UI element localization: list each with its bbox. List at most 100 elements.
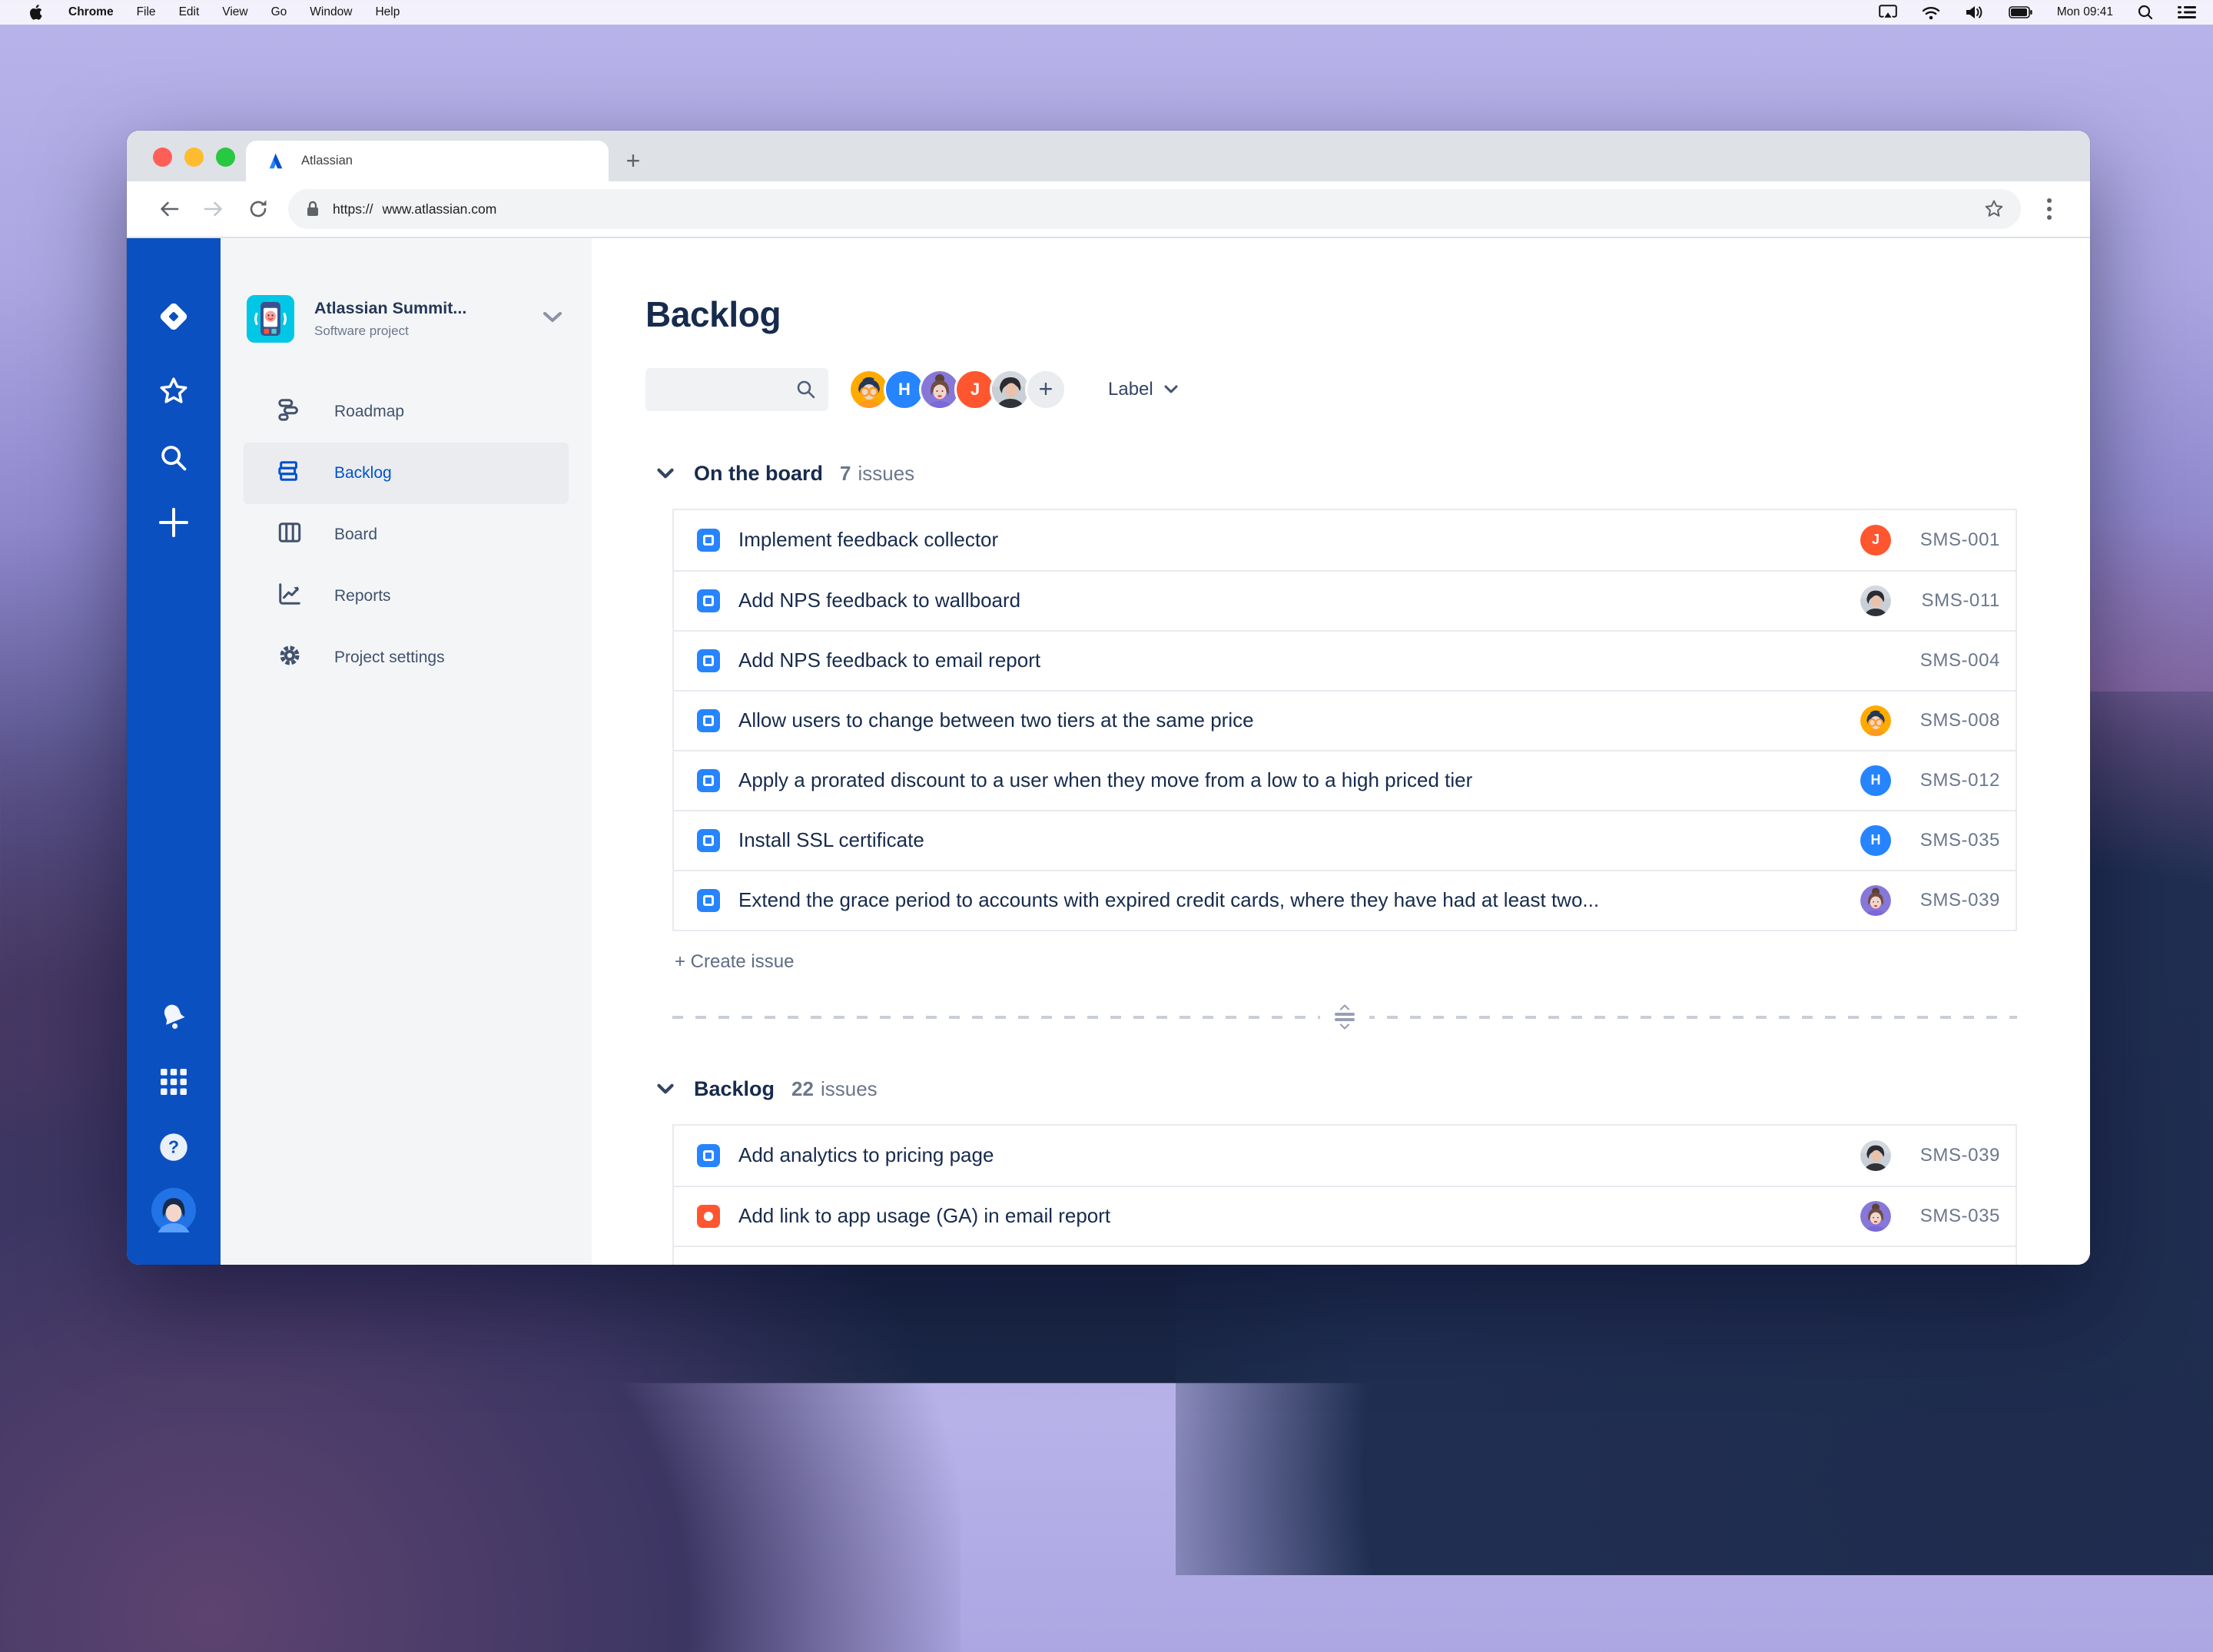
atlassian-favicon xyxy=(269,153,283,168)
spotlight-icon[interactable] xyxy=(2138,5,2153,20)
project-sidebar: Atlassian Summit... Software project Roa… xyxy=(221,238,592,1265)
task-type-icon xyxy=(697,649,720,672)
issue-row[interactable]: Add NPS feedback to email report SMS-004 xyxy=(674,629,2016,690)
sidebar-item-label: Project settings xyxy=(334,649,445,666)
issue-row[interactable]: Extend the grace period to accounts with… xyxy=(674,869,2016,930)
apple-logo-icon[interactable] xyxy=(17,5,55,20)
section-count-suffix: issues xyxy=(858,461,915,485)
address-bar[interactable]: https:// www.atlassian.com xyxy=(288,189,2021,229)
issue-row[interactable]: Add NPS feedback to wallboard SMS-011 xyxy=(674,569,2016,630)
issue-title: Add analytics to pricing page xyxy=(738,1143,994,1167)
label-filter-dropdown[interactable]: Label xyxy=(1108,379,1178,400)
caret-up-icon xyxy=(1339,1004,1350,1010)
jira-app: ? Atlassian Summit... Software project R… xyxy=(127,238,2090,1265)
tab-strip: Atlassian + xyxy=(127,131,2090,181)
sidebar-item-project-settings[interactable]: Project settings xyxy=(244,627,569,688)
section-count: 22 xyxy=(791,1076,814,1100)
minimize-window-button[interactable] xyxy=(184,148,204,167)
browser-toolbar: https:// www.atlassian.com xyxy=(127,181,2090,238)
browser-window: Atlassian + https:// www.atlassian.com ?… xyxy=(127,131,2090,1265)
page-title: Backlog xyxy=(645,294,781,334)
collapse-chevron-icon xyxy=(657,468,674,479)
browser-menu-icon[interactable] xyxy=(2029,188,2070,230)
sidebar-item-reports[interactable]: Reports xyxy=(244,566,569,627)
menubar-item-go[interactable]: Go xyxy=(260,5,299,19)
sidebar-item-roadmap[interactable]: Roadmap xyxy=(244,381,569,443)
issue-row[interactable]: Implement feedback collector J SMS-001 xyxy=(674,509,2016,570)
zoom-window-button[interactable] xyxy=(216,148,235,167)
issue-row[interactable]: Add link to app usage (GA) in email repo… xyxy=(674,1185,2016,1246)
create-issue-button[interactable]: + Create issue xyxy=(675,951,794,973)
issue-title: Implement feedback collector xyxy=(738,528,999,552)
assignee-avatar[interactable]: H xyxy=(1860,824,1891,856)
section-title: On the board xyxy=(694,461,823,485)
sidebar-item-backlog[interactable]: Backlog xyxy=(244,443,569,504)
divider-drag-handle[interactable] xyxy=(1320,1000,1369,1034)
roadmap-icon xyxy=(277,397,302,426)
menubar-item-window[interactable]: Window xyxy=(298,5,363,19)
issue-row[interactable]: Install SSL certificate H SMS-035 xyxy=(674,809,2016,870)
bookmark-star-icon[interactable] xyxy=(1984,199,2004,219)
close-window-button[interactable] xyxy=(153,148,172,167)
wifi-icon[interactable] xyxy=(1922,5,1940,20)
assignee-avatar[interactable]: J xyxy=(1860,524,1891,556)
menubar-item-help[interactable]: Help xyxy=(363,5,411,19)
global-nav-rail: ? xyxy=(127,238,221,1265)
board-section-header[interactable]: On the board 7 issues xyxy=(645,462,2090,486)
task-type-icon xyxy=(697,768,720,792)
section-count-suffix: issues xyxy=(820,1076,878,1100)
issue-title: Extend the grace period to accounts with… xyxy=(738,888,1600,912)
sidebar-item-label: Board xyxy=(334,526,378,543)
menubar-item-edit[interactable]: Edit xyxy=(168,5,211,19)
add-assignee-button[interactable]: + xyxy=(1025,368,1067,410)
notifications-bell-icon[interactable] xyxy=(158,1000,190,1037)
assignee-avatar[interactable]: H xyxy=(1860,765,1891,796)
new-tab-button[interactable]: + xyxy=(609,141,658,181)
add-icon[interactable] xyxy=(157,506,191,543)
volume-icon[interactable] xyxy=(1965,5,1984,20)
task-type-icon xyxy=(697,708,720,732)
assignee-avatar[interactable] xyxy=(1860,1201,1891,1232)
assignee-avatar[interactable] xyxy=(1860,585,1891,616)
sidebar-item-board[interactable]: Board xyxy=(244,504,569,566)
desktop: { "colors": { "rail_blue": "#0B50C0", "a… xyxy=(0,0,2213,1652)
label-filter-text: Label xyxy=(1108,378,1153,400)
starred-icon[interactable] xyxy=(158,375,190,411)
screen-mirroring-icon[interactable] xyxy=(1878,5,1897,20)
issue-key: SMS-008 xyxy=(1919,709,2000,731)
assignee-avatars: H J + xyxy=(848,368,1067,410)
menubar-item-view[interactable]: View xyxy=(211,5,259,19)
project-switcher[interactable]: Atlassian Summit... Software project xyxy=(221,295,592,343)
task-type-icon xyxy=(697,1143,720,1167)
menubar-clock[interactable]: Mon 09:41 xyxy=(2057,5,2113,19)
board-icon xyxy=(277,520,302,549)
url-host: www.atlassian.com xyxy=(382,201,497,217)
issue-row-partial xyxy=(674,1245,2016,1265)
profile-avatar[interactable] xyxy=(151,1188,196,1236)
help-icon[interactable]: ? xyxy=(154,1128,193,1170)
issue-row[interactable]: Apply a prorated discount to a user when… xyxy=(674,749,2016,810)
menubar-item-file[interactable]: File xyxy=(125,5,168,19)
back-icon[interactable] xyxy=(147,187,191,231)
issue-row[interactable]: Allow users to change between two tiers … xyxy=(674,689,2016,750)
assignee-avatar[interactable] xyxy=(1860,885,1891,916)
app-switcher-icon[interactable] xyxy=(160,1068,187,1100)
task-type-icon xyxy=(697,528,720,552)
list-menu-icon[interactable] xyxy=(2178,5,2196,19)
battery-icon[interactable] xyxy=(2008,6,2032,18)
reload-icon[interactable] xyxy=(236,187,280,231)
jira-logo-icon[interactable] xyxy=(151,294,197,343)
task-type-icon xyxy=(697,888,720,912)
assignee-avatar[interactable] xyxy=(1860,705,1891,736)
search-icon xyxy=(797,380,815,398)
backlog-issue-list: Add analytics to pricing page SMS-039 Ad… xyxy=(672,1123,2017,1265)
backlog-section-header[interactable]: Backlog 22 issues xyxy=(645,1077,2090,1101)
task-type-icon xyxy=(697,828,720,852)
browser-tab-atlassian[interactable]: Atlassian xyxy=(246,141,609,181)
menubar-item-chrome[interactable]: Chrome xyxy=(55,5,125,19)
reports-icon xyxy=(277,582,302,611)
search-icon[interactable] xyxy=(158,443,189,477)
issue-row[interactable]: Add analytics to pricing page SMS-039 xyxy=(674,1125,2016,1186)
forward-icon[interactable] xyxy=(191,187,236,231)
assignee-avatar[interactable] xyxy=(1860,1140,1891,1171)
